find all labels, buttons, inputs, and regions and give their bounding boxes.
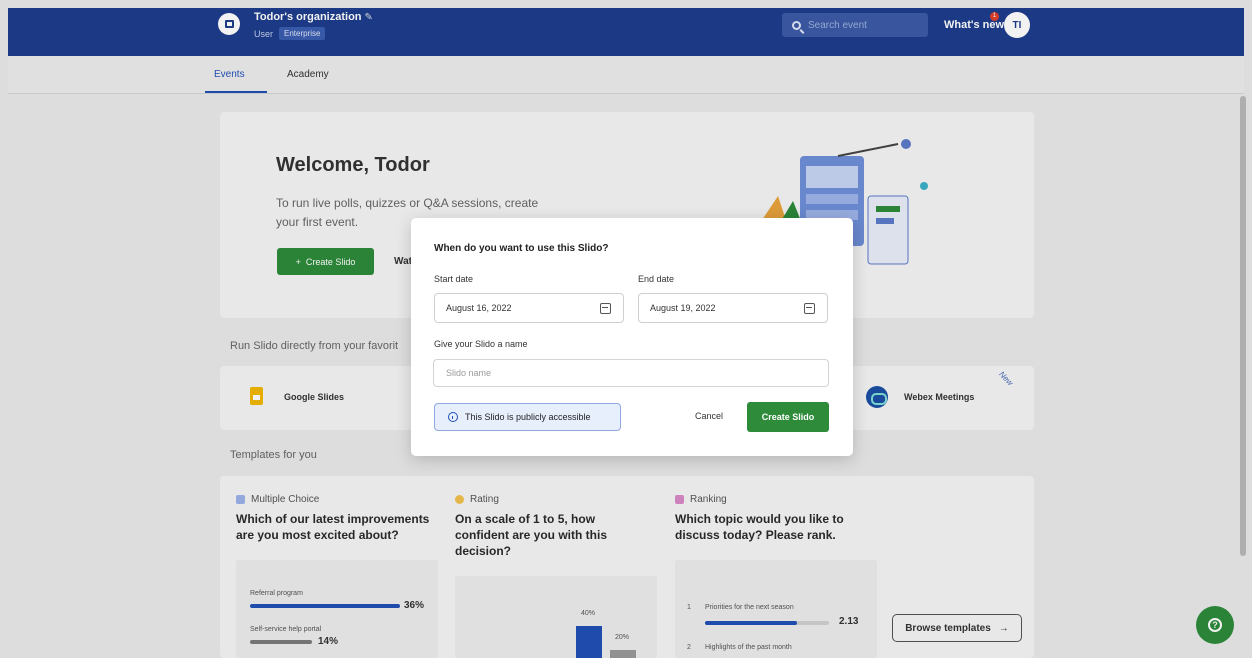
name-label: Give your Slido a name [434, 339, 528, 349]
end-date-value: August 19, 2022 [650, 303, 716, 313]
public-access-label: This Slido is publicly accessible [465, 412, 591, 422]
cancel-button[interactable]: Cancel [695, 411, 723, 421]
public-access-toggle[interactable]: This Slido is publicly accessible [434, 403, 621, 431]
date-modal: When do you want to use this Slido? Star… [411, 218, 853, 456]
end-date-field[interactable]: August 19, 2022 [638, 293, 828, 323]
info-icon [448, 412, 458, 422]
calendar-icon[interactable] [600, 303, 611, 314]
modal-title: When do you want to use this Slido? [434, 243, 609, 254]
start-date-value: August 16, 2022 [446, 303, 512, 313]
end-date-label: End date [638, 274, 675, 284]
calendar-icon[interactable] [804, 303, 815, 314]
start-date-field[interactable]: August 16, 2022 [434, 293, 624, 323]
create-slido-button[interactable]: Create Slido [747, 402, 829, 432]
slido-name-input[interactable] [433, 359, 829, 387]
start-date-label: Start date [434, 274, 474, 284]
